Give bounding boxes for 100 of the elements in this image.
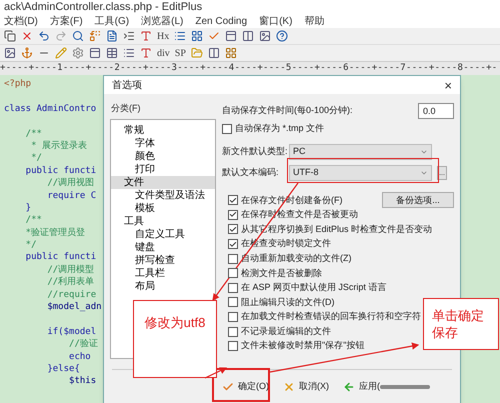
checkbox[interactable] <box>228 282 238 293</box>
image-icon[interactable] <box>259 30 272 42</box>
menu-item[interactable]: 窗口(K) <box>259 15 292 28</box>
checkbox[interactable] <box>228 297 238 308</box>
tree-item[interactable]: 打印 <box>111 162 215 176</box>
option-label: 在 ASP 网页中默认使用 JScript 语言 <box>241 281 386 294</box>
frame-icon[interactable] <box>89 47 101 59</box>
search-icon[interactable] <box>72 30 84 42</box>
font-icon[interactable] <box>140 30 152 42</box>
tree-item[interactable]: 文件类型及语法 <box>111 188 215 202</box>
arrow-left-icon <box>343 381 355 393</box>
checkbox[interactable] <box>228 195 238 206</box>
code-line: echo <box>68 350 91 363</box>
option-label: 检测文件是否被删除 <box>241 266 322 280</box>
checkbox[interactable] <box>228 239 238 250</box>
menu-item[interactable]: 文档(D) <box>4 15 38 28</box>
code-line: <?php <box>4 78 32 90</box>
dialog-button[interactable]: 应用( <box>343 380 380 394</box>
code-line: *验证管理员登 <box>24 226 86 240</box>
menu-item[interactable]: 浏览器(L) <box>141 15 184 28</box>
menu-item[interactable]: Zen Coding <box>195 15 248 28</box>
grid-icon[interactable] <box>191 30 204 42</box>
copy-icon[interactable] <box>4 30 16 42</box>
menu-item[interactable]: 帮助 <box>304 15 324 28</box>
checkbox[interactable] <box>228 210 238 220</box>
tree-item[interactable]: 自定义工具 <box>111 228 215 240</box>
help-icon[interactable] <box>276 30 288 42</box>
tree-item[interactable]: 工具 <box>111 214 215 228</box>
checkbox[interactable] <box>228 341 238 352</box>
option-label: 不记录最近编辑的文件 <box>241 324 331 338</box>
window-title: ack\AdminController.class.php - EditPlus <box>0 0 500 15</box>
toolbar-text-button[interactable]: Hx <box>157 28 170 44</box>
code-line: * 展示登录表 <box>30 140 87 152</box>
close-icon[interactable] <box>21 30 33 42</box>
code-line: //验证 <box>68 338 98 351</box>
backup-options-button[interactable]: 备份选项... <box>382 192 454 208</box>
cross-icon <box>283 381 295 393</box>
option-label: 阻止编辑只读的文件(D) <box>241 296 334 309</box>
code-line: require C <box>46 190 96 202</box>
menu-item[interactable]: 工具(G) <box>94 15 130 28</box>
encoding-dropdown[interactable]: UTF-8 <box>289 165 432 181</box>
checkmark-icon[interactable] <box>208 30 220 42</box>
indent-icon[interactable] <box>123 30 135 42</box>
autosave-field[interactable]: 0.0 <box>418 103 454 119</box>
toolbar-text-button[interactable]: SP <box>174 46 186 60</box>
code-line: } <box>24 202 32 214</box>
font-icon[interactable] <box>140 47 152 59</box>
code-line: /** <box>24 128 42 140</box>
checkbox[interactable] <box>228 254 238 264</box>
checkbox[interactable] <box>228 326 238 337</box>
checkbox[interactable] <box>228 268 238 278</box>
tree-item[interactable]: 工具栏 <box>111 266 215 280</box>
code-line: /** <box>24 214 42 227</box>
undo-icon[interactable] <box>38 30 50 42</box>
tree-item[interactable]: 常规 <box>111 124 215 136</box>
tree-item[interactable]: 布局 <box>111 280 215 292</box>
tree-item[interactable]: 模板 <box>111 202 215 214</box>
gear-icon[interactable] <box>72 47 84 59</box>
code-line: }else{ <box>46 362 80 376</box>
replace-icon[interactable] <box>89 30 101 42</box>
callout-text: 单击确定保存 <box>432 307 485 341</box>
code-line: public functi <box>24 164 96 178</box>
smudge-bar <box>380 385 430 389</box>
ruler: +----+----1----+----2----+----3----+----4----+----5----+----6----+----7----+----8----+- <box>0 62 500 75</box>
columns-icon[interactable] <box>208 47 220 59</box>
checkbox[interactable] <box>222 124 232 134</box>
checkbox[interactable] <box>228 312 238 322</box>
category-label: 分类(F) <box>110 102 142 115</box>
tree-item[interactable]: 颜色 <box>111 150 215 162</box>
tree-item[interactable]: 键盘 <box>111 240 215 254</box>
dialog-button[interactable]: 取消(X) <box>283 380 329 394</box>
window-icon[interactable] <box>225 30 238 42</box>
option-label: 在加载文件时检查错误的回车换行符和空字符 <box>241 310 421 324</box>
file-type-dropdown[interactable]: PC <box>289 144 432 160</box>
close-button[interactable]: × <box>444 78 452 92</box>
option-label: 自动保存为 *.tmp 文件 <box>235 122 324 136</box>
code-line: class AdminContro <box>4 102 96 116</box>
code-line: //require <box>46 288 96 302</box>
callout-text: 修改为utf8 <box>144 314 206 332</box>
toolbar-text-button[interactable]: div <box>157 46 170 60</box>
autosave-label: 自动保存文件时间(每0-100分钟): <box>222 104 353 118</box>
grid-icon[interactable] <box>224 47 237 59</box>
columns-icon[interactable] <box>242 30 254 42</box>
table-icon[interactable] <box>106 47 118 59</box>
tree-item[interactable]: 拼写检查 <box>111 254 215 266</box>
code-line: public functi <box>24 251 96 264</box>
menu-item[interactable]: 方案(F) <box>50 15 83 28</box>
code-line: $model_adn <box>46 301 102 314</box>
code-line: //利用表单 <box>46 276 94 289</box>
tree-item[interactable]: 字体 <box>111 136 215 150</box>
anchor-icon[interactable] <box>21 47 33 59</box>
code-line: */ <box>30 152 42 165</box>
tree-item[interactable]: 文件 <box>111 176 215 188</box>
new-type-label: 新文件默认类型: <box>222 145 289 158</box>
code-line: $this <box>68 375 96 388</box>
checkbox[interactable] <box>228 224 238 234</box>
picture-icon[interactable] <box>4 47 16 59</box>
encoding-label: 默认文本编码: <box>222 166 280 180</box>
chevron-down-icon <box>420 148 428 156</box>
document-icon[interactable] <box>106 30 118 42</box>
